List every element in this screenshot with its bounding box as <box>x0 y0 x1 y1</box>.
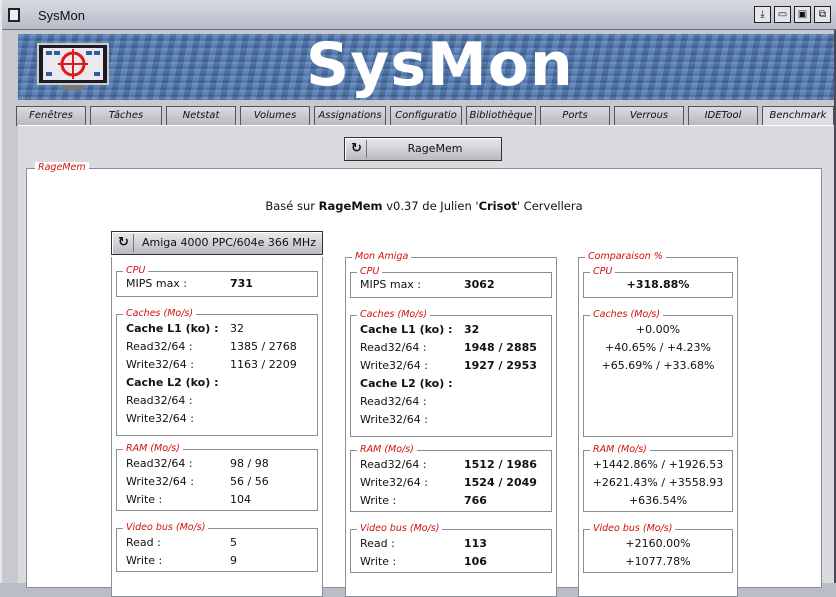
cmp-caches-group: Caches (Mo/s) +0.00% +40.65% / +4.23% +6… <box>583 309 733 437</box>
cmp-mips-value: +318.88% <box>626 278 690 291</box>
ragemem-run-button[interactable]: ↻ RageMem <box>344 137 502 161</box>
reference-column: CPU MIPS max :731 Caches (Mo/s) Cache L1… <box>111 257 323 597</box>
mine-ram-group: RAM (Mo/s) Read32/64 :1512 / 1986 Write3… <box>350 444 552 512</box>
window-title: SysMon <box>38 8 85 23</box>
ref-video-group: Video bus (Mo/s) Read :5 Write :9 <box>116 522 318 572</box>
ref-cpu-group: CPU MIPS max :731 <box>116 265 318 297</box>
title-bar[interactable]: SysMon ⤓ ▭ ▣ ⧉ <box>2 0 836 30</box>
comparison-legend: Comparaison % <box>585 251 666 262</box>
refresh-icon: ↻ <box>347 140 367 158</box>
depth-icon[interactable]: ⧉ <box>814 6 831 23</box>
tab-fen-tres[interactable]: Fenêtres <box>16 106 86 126</box>
minimize-icon[interactable]: ▭ <box>774 6 791 23</box>
ragemem-legend: RageMem <box>35 162 89 173</box>
comparison-column: Comparaison % CPU +318.88% Caches (Mo/s)… <box>578 251 738 597</box>
ragemem-group: RageMem Basé sur RageMem v0.37 de Julien… <box>26 162 822 597</box>
tab-biblioth-que[interactable]: Bibliothèque <box>466 106 536 126</box>
ref-ram-group: RAM (Mo/s) Read32/64 :98 / 98 Write32/64… <box>116 443 318 511</box>
ref-caches-group: Caches (Mo/s) Cache L1 (ko) :32 Read32/6… <box>116 308 318 436</box>
iconify-icon[interactable]: ⤓ <box>754 6 771 23</box>
tab-volumes[interactable]: Volumes <box>240 106 310 126</box>
machine-select-button[interactable]: ↻ Amiga 4000 PPC/604e 366 MHz <box>111 231 323 255</box>
tab-assignations[interactable]: Assignations <box>314 106 386 126</box>
monitor-target-icon <box>37 43 109 90</box>
credit-line: Basé sur RageMem v0.37 de Julien 'Crisot… <box>265 199 583 213</box>
tab-idetool[interactable]: IDETool <box>688 106 758 126</box>
mine-caches-group: Caches (Mo/s) Cache L1 (ko) :32 Read32/6… <box>350 309 552 437</box>
mine-mips-value: 3062 <box>464 278 495 291</box>
tab-t-ches[interactable]: Tâches <box>90 106 162 126</box>
cmp-cpu-group: CPU +318.88% <box>583 266 733 298</box>
cycle-icon: ↻ <box>114 234 134 252</box>
sysmon-window: SysMon ⤓ ▭ ▣ ⧉ SysMon Fenêtres Tâches Nets… <box>0 0 836 597</box>
tab-bar: Fenêtres Tâches Netstat Volumes Assignations… <box>16 106 836 126</box>
zoom-icon[interactable]: ▣ <box>794 6 811 23</box>
sysmon-logo: SysMon <box>306 34 574 100</box>
cmp-ram-group: RAM (Mo/s) +1442.86% / +1926.53 +2621.43… <box>583 444 733 512</box>
tab-configuratio[interactable]: Configuratio <box>390 106 462 126</box>
mine-cpu-group: CPU MIPS max :3062 <box>350 266 552 298</box>
tab-benchmark[interactable]: Benchmark <box>762 106 834 126</box>
cmp-video-group: Video bus (Mo/s) +2160.00% +1077.78% <box>583 523 733 573</box>
tab-ports[interactable]: Ports <box>540 106 610 126</box>
mine-video-group: Video bus (Mo/s) Read :113 Write :106 <box>350 523 552 573</box>
sysmon-banner: SysMon <box>18 34 834 100</box>
my-amiga-legend: Mon Amiga <box>352 251 412 262</box>
tab-verrous[interactable]: Verrous <box>614 106 684 126</box>
ref-mips-value: 731 <box>230 277 253 290</box>
tab-netstat[interactable]: Netstat <box>166 106 236 126</box>
my-amiga-column: Mon Amiga CPU MIPS max :3062 Caches (Mo/… <box>345 251 557 597</box>
close-gadget[interactable] <box>8 8 20 22</box>
